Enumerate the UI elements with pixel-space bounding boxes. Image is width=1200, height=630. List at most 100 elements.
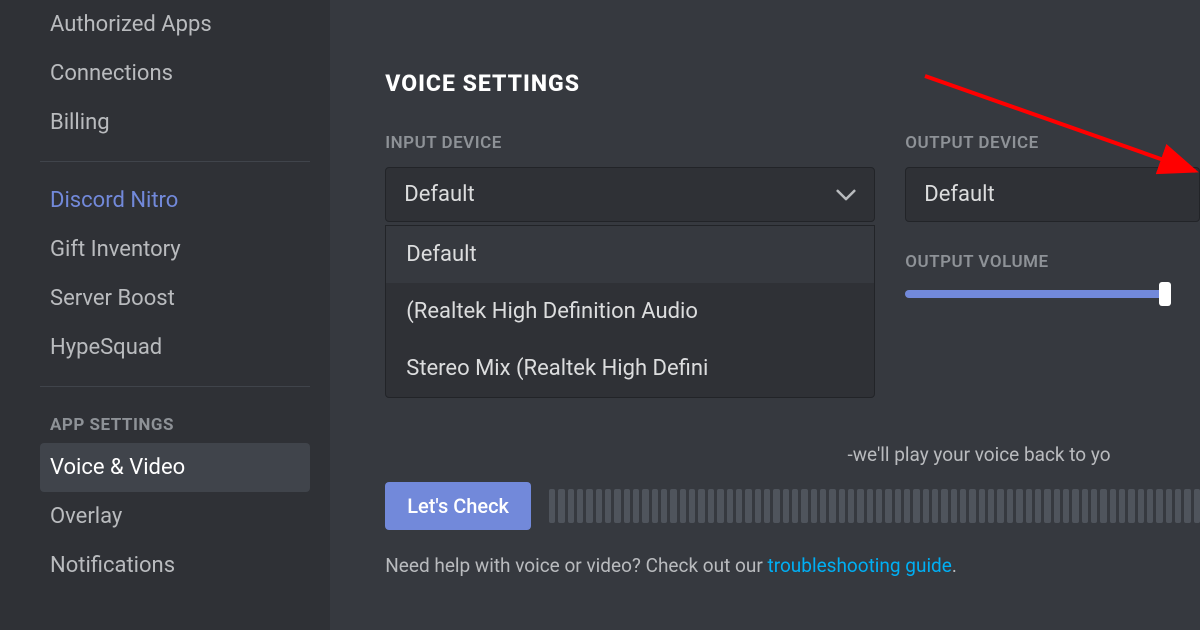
meter-bar — [1184, 489, 1190, 523]
meter-bar — [1007, 489, 1013, 523]
meter-bar — [586, 489, 592, 523]
meter-bar — [857, 489, 863, 523]
meter-bar — [904, 489, 910, 523]
main-panel: VOICE SETTINGS INPUT DEVICE Default Defa… — [330, 0, 1200, 630]
dropdown-option-stereo-mix[interactable]: Stereo Mix (Realtek High Defini — [386, 340, 874, 397]
meter-bar — [745, 489, 751, 523]
output-device-label: OUTPUT DEVICE — [905, 133, 1200, 153]
meter-bar — [932, 489, 938, 523]
meter-bar — [558, 489, 564, 523]
meter-bar — [1016, 489, 1022, 523]
meter-bar — [577, 489, 583, 523]
output-device-col: OUTPUT DEVICE Default OUTPUT VOLUME — [905, 133, 1200, 298]
meter-bar — [1175, 489, 1181, 523]
output-volume-slider[interactable] — [905, 290, 1165, 298]
input-device-col: INPUT DEVICE Default Default (Realtek Hi… — [385, 133, 875, 298]
sidebar: Authorized Apps Connections Billing Disc… — [0, 0, 330, 630]
meter-bar — [596, 489, 602, 523]
meter-bar — [979, 489, 985, 523]
sidebar-item-authorized-apps[interactable]: Authorized Apps — [40, 0, 310, 49]
meter-bar — [736, 489, 742, 523]
output-device-selected: Default — [924, 182, 994, 207]
chevron-down-icon — [836, 185, 856, 205]
meter-bar — [1166, 489, 1172, 523]
mic-test-section: Having mic issues? Start a test and say … — [385, 443, 1200, 577]
meter-bar — [960, 489, 966, 523]
meter-bar — [811, 489, 817, 523]
meter-bar — [568, 489, 574, 523]
meter-bar — [614, 489, 620, 523]
meter-bar — [1035, 489, 1041, 523]
meter-bar — [642, 489, 648, 523]
meter-bar — [913, 489, 919, 523]
meter-bar — [1044, 489, 1050, 523]
meter-bar — [652, 489, 658, 523]
output-volume-label: OUTPUT VOLUME — [905, 252, 1200, 272]
input-device-dropdown[interactable]: Default — [385, 167, 875, 222]
meter-bar — [997, 489, 1003, 523]
lets-check-button[interactable]: Let's Check — [385, 482, 531, 530]
mic-hint: Having mic issues? Start a test and say … — [385, 443, 1200, 466]
meter-bar — [727, 489, 733, 523]
sidebar-item-overlay[interactable]: Overlay — [40, 492, 310, 541]
meter-bar — [755, 489, 761, 523]
meter-bar — [605, 489, 611, 523]
meter-bar — [792, 489, 798, 523]
meter-bar — [801, 489, 807, 523]
meter-bar — [624, 489, 630, 523]
meter-bar — [1072, 489, 1078, 523]
slider-thumb[interactable] — [1159, 282, 1171, 306]
meter-bar — [1194, 489, 1200, 523]
meter-bar — [1063, 489, 1069, 523]
meter-bar — [1110, 489, 1116, 523]
sidebar-item-hypesquad[interactable]: HypeSquad — [40, 323, 310, 372]
sidebar-item-billing[interactable]: Billing — [40, 98, 310, 147]
sidebar-item-voice-video[interactable]: Voice & Video — [40, 443, 310, 492]
output-device-dropdown[interactable]: Default — [905, 167, 1200, 222]
meter-bar — [670, 489, 676, 523]
meter-bar — [549, 489, 555, 523]
input-device-dropdown-menu: Default (Realtek High Definition Audio S… — [385, 225, 875, 398]
help-prefix: Need help with voice or video? Check out… — [385, 554, 767, 577]
meter-bar — [876, 489, 882, 523]
meter-bar — [1138, 489, 1144, 523]
meter-bar — [1119, 489, 1125, 523]
meter-bar — [895, 489, 901, 523]
sidebar-item-gift-inventory[interactable]: Gift Inventory — [40, 225, 310, 274]
meter-bar — [1156, 489, 1162, 523]
meter-bar — [885, 489, 891, 523]
meter-bar — [1091, 489, 1097, 523]
sidebar-divider — [40, 161, 310, 162]
meter-bar — [1128, 489, 1134, 523]
meter-bar — [1026, 489, 1032, 523]
troubleshooting-link[interactable]: troubleshooting guide — [768, 554, 952, 577]
meter-bar — [923, 489, 929, 523]
meter-bar — [988, 489, 994, 523]
sidebar-item-discord-nitro[interactable]: Discord Nitro — [40, 176, 310, 225]
help-suffix: . — [952, 554, 957, 577]
meter-bar — [867, 489, 873, 523]
device-row: INPUT DEVICE Default Default (Realtek Hi… — [385, 133, 1200, 298]
sidebar-item-notifications[interactable]: Notifications — [40, 541, 310, 590]
meter-bar — [633, 489, 639, 523]
meter-bar — [1082, 489, 1088, 523]
meter-bar — [783, 489, 789, 523]
sidebar-item-server-boost[interactable]: Server Boost — [40, 274, 310, 323]
meter-bar — [839, 489, 845, 523]
sidebar-header-app-settings: APP SETTINGS — [40, 401, 310, 443]
input-device-selected: Default — [404, 182, 474, 207]
sidebar-item-connections[interactable]: Connections — [40, 49, 310, 98]
meter-bar — [717, 489, 723, 523]
sidebar-divider — [40, 386, 310, 387]
dropdown-option-realtek[interactable]: (Realtek High Definition Audio — [386, 283, 874, 340]
meter-bar — [951, 489, 957, 523]
meter-bar — [829, 489, 835, 523]
meter-bar — [969, 489, 975, 523]
dropdown-option-default[interactable]: Default — [386, 226, 874, 283]
lets-check-row: Let's Check — [385, 482, 1200, 530]
meter-bar — [764, 489, 770, 523]
help-text: Need help with voice or video? Check out… — [385, 554, 1200, 577]
input-device-label: INPUT DEVICE — [385, 133, 875, 153]
meter-bar — [1054, 489, 1060, 523]
meter-bar — [689, 489, 695, 523]
